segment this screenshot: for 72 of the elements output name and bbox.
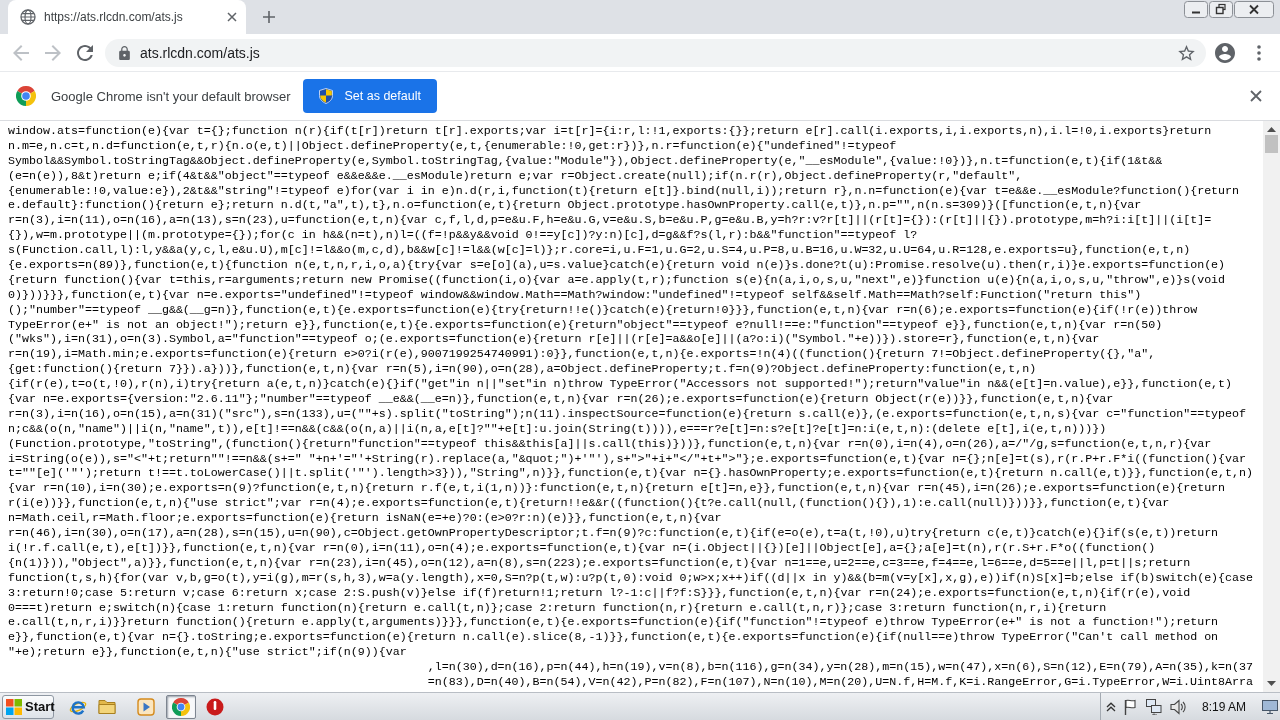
code-line: n=Math.ceil,r=Math.floor;e.exports=function(e){return isNaN(e=+e)?0:(e>0?r:n)(e)}},function(e,t,n){var (8, 511, 723, 527)
network-icon[interactable] (1145, 698, 1162, 715)
close-icon[interactable] (227, 12, 237, 22)
code-line: {n(1)})),"Object",a)}},function(e,t,n){var r=n(23),i=n(45),o=n(12),a=n(8),s=n(223);e.exports=function(e,t){var n=1==e,u=2==e,c=3==e,f=4==e,l=6==e,d=5==e||l,p=t||s;return (8, 555, 1192, 571)
code-line: {enumerable:!0,value:e}),2&t&&"string"!=typeof e)for(var i in e)n.d(r,i,function(t){return e[t]}.bind(null,i));return r},n.n=function(e){var t=e&&e.__esModule?function(){return (8, 183, 1241, 199)
code-line: Symbol&&Symbol.toStringTag&&Object.defineProperty(e,Symbol.toStringTag,{value:"Module"}),Object.defineProperty(e,"__esModule",{value:!0})},n.t=function(e,t){if(1&t&& (8, 153, 1164, 169)
alert-icon (206, 697, 224, 716)
code-line: r=n(3),i=n(11),o=n(16),a=n(13),s=n(23),u=function(e,t,n){var c,f,l,d,p=e&u.F,h=e&u.G,v=e&u.S,b=e&u.P,g=e&u.B,y=h?r:v?r[t]||(r[t]={}):(r[t]||{}).prototype,m=h?i:i[t]||(i[t]= (8, 213, 1213, 229)
round-logo-icon (172, 697, 190, 716)
code-line: 0===t)return e;switch(n){case 1:return function(n){return e.call(t,n)};case 2:return function(n,r){return e.call(t,n,r)};case 3:return function(n,r,i){return (8, 600, 1108, 616)
code-line: {var n=e.exports={version:"2.6.11"};"number"==typeof __e&&(__e=n)},function(e,t,n){var r=n(26);e.exports=function(e){return Object(r(e))}},function(e,t,n){var (8, 392, 1115, 407)
code-line: =n(83),D=n(40),B=n(54),V=n(42),P=n(82),F=n(107),N=n(10),M=n(20),U=N.f,H=M.f,K=i.RangeError,G=i.TypeError,W=i.Uint8Arra (426, 674, 1254, 690)
profile-icon[interactable] (1215, 42, 1235, 63)
code-line: i=String(o(e)),s="<"+t;return""!==n&&(s+=" "+n+'="'+String(r).replace(a,"&quot;")+'"'),s+">"+i+"</"+t+">"};e.exports=function(e,t){var n={};n[e]=t(s),r(r.P+r.F*i((function(){var (8, 451, 1248, 467)
code-line: ();"number"==typeof __g&&(__g=n)},function(e,t){e.exports=function(e){try{return!!e()}catch(e){return!0}}},function(e,t,n){var r=n(6);e.exports=function(e){if(!r(e))throw (8, 302, 1199, 318)
browser-tab[interactable]: https://ats.rlcdn.com/ats.js (8, 0, 246, 34)
restore-icon[interactable] (1209, 1, 1233, 18)
four-pane-logo-icon (6, 698, 22, 715)
reload-icon[interactable] (77, 44, 93, 61)
menu-icon[interactable] (1257, 44, 1261, 61)
star-icon[interactable] (1178, 44, 1195, 61)
code-line: {if(r(e),t=o(t,!0),r(n),i)try{return a(e,t,n)}catch(e){}if("get"in n||"set"in n)throw TypeError("Accessors not supported!");return"value"in n&&(e[t]=n.value),e}},function(e,t) (8, 377, 1234, 393)
code-line: {}),w=m.prototype||(m.prototype={});for(c in h&&(n=t),n)l=((f=!p&&y&&void 0!==y[c])?y:n)[c],d=g&&f?s(l,r):b&&"function"==typeof l? (8, 228, 919, 244)
infobar-message: Google Chrome isn't your default browser (51, 88, 291, 104)
code-line: function(t,s,h){for(var v,b,g=o(t),y=i(g),m=r(s,h,3),w=a(y.length),x=0,S=n?p(t,w):u?p(t,0):void 0;w>x;x++)if((d||x in y)&&(b=m(v=y[x],x,g),e))if(n)S[x]=b;else if(b)switch(e){case (8, 570, 1254, 586)
close-icon[interactable] (1234, 1, 1274, 18)
code-line: 3:return!0;case 5:return v;case 6:return x;case 2:S.push(v)}else if(f)return!1;return l?-1:c||f?f:S}}},function(e,t,n){var r=n(24);e.exports=function(e,t,n){if(r(e),void (8, 585, 1192, 601)
desktop-icon[interactable] (1262, 699, 1278, 714)
clock[interactable]: 8:19 AM (1201, 699, 1246, 714)
code-line: ,l=n(30),d=n(16),p=n(44),h=n(19),v=n(8),b=n(116),g=n(34),y=n(28),m=n(15),w=n(47),x=n(6),S=n(12),E=n(79),A=n(35),k=n(37 (426, 660, 1254, 675)
code-line: window.ats=function(e){var t={};function n(r){if(t[r])return t[r].exports;var i=t[r]={i:r,l:!1,exports:{}};return e[r].call(i.exports,i,i.exports,n),i.l=!0,i.exports}return (8, 124, 1213, 139)
code-line: i(!r.f.call(e,t),e[t])}},function(e,t,n){var r=n(0),i=n(11),o=n(4);e.exports=function(e,t){var n=(i.Object||{})[e]||Object[e],a={};a[e]=t(n),r(r.S+r.F*o((function() (8, 540, 1157, 556)
code-line: 0)}))}}},function(e,t){var n=e.exports="undefined"!=typeof window&&window.Math==Math?window:"undefined"!=typeof self&&self.Math==Math?self:Function("return this") (8, 287, 1143, 303)
play-icon (137, 697, 155, 716)
close-icon[interactable] (1250, 90, 1262, 102)
globe-icon (20, 9, 36, 25)
caret-up-icon[interactable] (1267, 127, 1276, 132)
code-line: TypeError(e+" is not an object!");return e}},function(e,t){e.exports=function(e){return"object"==typeof e?null!==e:"function"==typeof e}},function(e,t,n){var r=n(50) (8, 317, 1164, 333)
shield-icon (319, 88, 334, 104)
code-line: n;c&&(o(n,"name")||i(n,"name",t)),e[t]!==n&&(c&&(o(n,a)||i(n,a,e[t]?""+e[t]:u.join(String(t)))),e===r?e[t]=n:s?e[t]?e[t]=n:i(e,t,n):(delete e[t],i(e,t,n)))}) (8, 421, 1108, 437)
code-line: n.m=e,n.c=t,n.d=function(e,t,r){n.o(e,t)||Object.defineProperty(e,t,{enumerable:!0,get:r})},n.r=function(e){"undefined"!=typeof (8, 138, 898, 154)
scrollbar-thumb[interactable] (1265, 135, 1278, 153)
lock-icon (119, 45, 130, 60)
code-line: r=n(46),i=n(30),o=n(17),a=n(28),s=n(15),u=n(90),c=Object.getOwnPropertyDescriptor;t.f=n(9)?c:function(e,t){if(e=o(e),t=a(t,!0),u)try{return c(e,t)}catch(e){}if(s(e,t))return (8, 526, 1220, 541)
code-line: t=""[e]('"');return t!==t.toLowerCase()||t.split('"').length>3})),"String",n)}},function(e,t){var n={}.hasOwnProperty;e.exports=function(e,t){return n.call(e,t)}},function(e,t,n) (8, 466, 1254, 482)
code-line: {e.exports=n(89)},function(e,t){function n(e,t,n,r,i,o,a){try{var s=e[o](a),u=s.value}catch(e){return void n(e)}s.done?t(u):Promise.resolve(u).then(r,i)}e.exports=function(e) (8, 258, 1227, 273)
code-line: {var r=n(10),i=n(30);e.exports=n(9)?function(e,t,n){return r.f(e,t,i(1,n))}:function(e,t,n){return e[t]=n,e}},function(e,t,n){var r=n(45),i=n(26);e.exports=function(e){return (8, 481, 1227, 497)
code-line: r=n(19),i=Math.min;e.exports=function(e){return e>0?i(r(e),9007199254740991):0}},function(e,t,n){e.exports=!n(4)((function(){return 7!=Object.defineProperty({},"a", (8, 347, 1157, 363)
taskbar-button[interactable] (166, 694, 196, 719)
code-line: r=n(3),i=n(16),o=n(15),a=n(31)("src"),s=n(133),u=(""+s).split("toString");n(11).inspectSource=function(e){return s.call(e)},(e.exports=function(e,t,n,s){var c="function"==typeof (8, 406, 1248, 422)
flag-icon[interactable] (1123, 698, 1138, 715)
code-line: e.call(t,n,r,i)}}return function(){return e.apply(t,arguments)}}},function(e,t){e.exports=function(e){if("function"!=typeof e)throw TypeError(e+" is not a function!");return (8, 615, 1220, 631)
code-line: s(Function.call,l):l,y&&a(y,c,l,e&u.U),m[c]!=l&&o(m,c,d),b&&w[c]!=l&&(w[c]=l)};r.core=i,u.F=1,u.G=2,u.S=4,u.P=8,u.B=16,u.W=32,u.U=64,u.R=128,e.exports=u},function(e,t,n) (8, 243, 1192, 258)
folder-icon (98, 697, 116, 716)
code-line: ("wks"),i=n(31),o=n(3).Symbol,a="function"==typeof o;(e.exports=function(e){return r[e]||(r[e]=a&&o[e]||(a?o:i)("Symbol."+e))}).store=r},function(e,t,n){var (8, 332, 1101, 348)
code-line: "+e);return e}},function(e,t,n){"use strict";if(n(9)){var (8, 645, 408, 661)
set-default-button[interactable]: Set as default (303, 79, 437, 113)
code-line: e.default}:function(){return e};return n.d(t,"a",t),t},n.o=function(e,t){return Object.prototype.hasOwnProperty.call(e,t)},n.p="",n(n.s=309)}([function(e,t,n){var (8, 198, 1143, 214)
code-line: {return function(){var t=this,r=arguments;return new Promise((function(i,o){var a=e.apply(t,r);function s(e){n(a,i,o,s,u,"next",e)}function u(e){n(a,i,o,s,u,"throw",e)}s(void (8, 272, 1227, 288)
plus-icon[interactable] (263, 11, 275, 23)
code-line: {get:function(){return 7}}).a}))},function(e,t,n){var r=n(5),i=n(90),o=n(28),a=Object.defineProperty;t.f=n(9)?Object.defineProperty:function(e,t,n) (8, 362, 1038, 378)
code-line: e}},function(e,t){var n={}.toString;e.exports=function(e){return n.call(e).slice(8,-1)}},function(e,t){e.exports=function(e){if(null==e)throw TypeError("Can't call method on (8, 630, 1220, 646)
caret-down-icon[interactable] (1267, 681, 1276, 686)
start-button[interactable]: Start (2, 694, 54, 719)
speaker-icon[interactable] (1169, 698, 1186, 715)
scrollbar-track[interactable] (1263, 121, 1280, 692)
chevron-up-icon[interactable] (1105, 701, 1116, 712)
round-logo-icon (16, 86, 36, 106)
address-field[interactable]: ats.rlcdn.com/ats.js (105, 38, 1206, 67)
code-line: (Function.prototype,"toString",(function(){return"function"==typeof this&&this[a]||s.call(this)}))},function(e,t,n){var r=n(0),i=n(4),o=n(26),a=/"/g,s=function(e,t,n,r){var (8, 436, 1213, 452)
code-line: r(i(e))}},function(e,t,n){"use strict";var r=n(4);e.exports=function(e,t){return!!e&&r((function(){t?e.call(null,(function(){}),1):e.call(null)}))}},function(e,t){var (8, 496, 1171, 512)
code-line: (e=n(e)),8&t)return e;if(4&t&&"object"==typeof e&&e&&e.__esModule)return e;var r=Object.create(null);if(n.r(r),Object.defineProperty(r,"default", (8, 168, 1024, 184)
